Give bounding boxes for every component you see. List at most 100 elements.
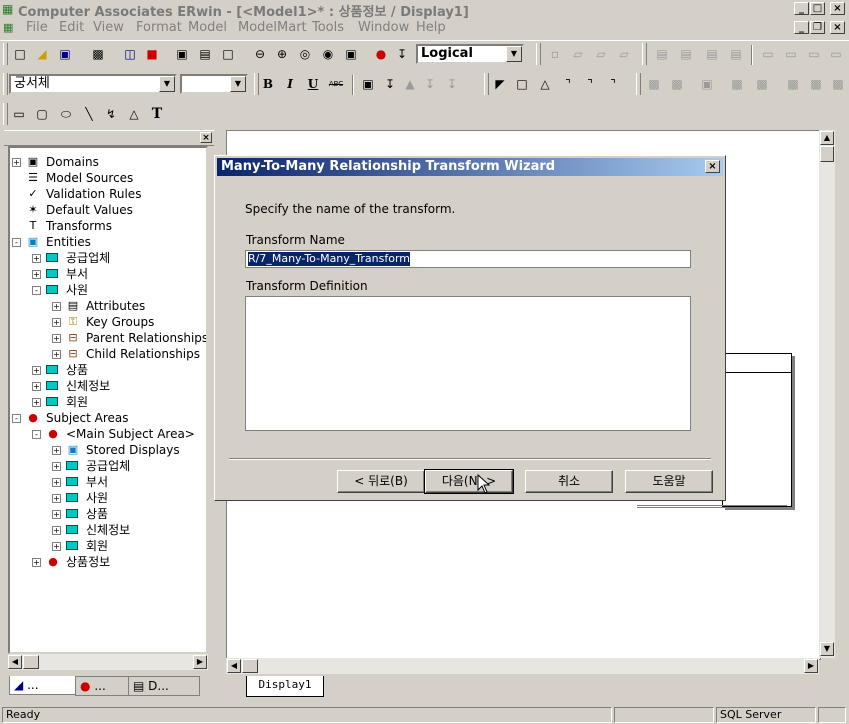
tree-node[interactable]: + 부서 xyxy=(10,266,206,282)
menu-tools[interactable]: Tools xyxy=(312,20,344,35)
select-pointer-icon[interactable]: ◤ xyxy=(490,74,510,94)
transform-name-input[interactable]: R/7_Many-To-Many_Transform xyxy=(245,250,691,268)
fill-color-icon[interactable]: ↧ xyxy=(380,74,400,94)
mm-icon-2[interactable]: ▩ xyxy=(667,74,687,94)
menu-modelmart[interactable]: ModelMart xyxy=(238,20,307,35)
expand-icon[interactable]: + xyxy=(52,510,61,519)
tree-node[interactable]: ✶ Default Values xyxy=(10,202,206,218)
collapse-icon[interactable]: - xyxy=(12,238,21,247)
mm-icon-7[interactable]: ▩ xyxy=(828,74,848,94)
menu-file[interactable]: File xyxy=(26,20,48,35)
zoom-out-icon[interactable]: ⊖ xyxy=(250,44,270,64)
tree-node[interactable]: - ● <Main Subject Area> xyxy=(10,426,206,442)
report-icon[interactable]: ◫ xyxy=(120,44,140,64)
view-level-select[interactable]: Logical ▼ xyxy=(416,44,524,64)
space-even-icon[interactable]: ▭ xyxy=(804,44,824,64)
italic-button[interactable]: I xyxy=(280,74,300,94)
save-icon[interactable]: ▣ xyxy=(55,44,75,64)
collapse-icon[interactable]: - xyxy=(32,286,41,295)
menu-window[interactable]: Window xyxy=(358,20,409,35)
text-tool-icon[interactable]: T xyxy=(147,104,167,124)
strikethrough-button[interactable]: ABC xyxy=(326,74,346,94)
comment-tool-icon[interactable]: □ xyxy=(218,44,238,64)
scroll-thumb[interactable] xyxy=(242,659,258,673)
dialog-close-button[interactable]: × xyxy=(705,160,720,173)
tree-node[interactable]: + 신체정보 xyxy=(10,522,206,538)
pen-icon[interactable]: ↧ xyxy=(442,74,462,94)
tree-node[interactable]: + 상품 xyxy=(10,362,206,378)
rectangle-tool-icon[interactable]: ▭ xyxy=(9,104,29,124)
space-even-2-icon[interactable]: ▭ xyxy=(826,44,846,64)
attribute-tool-icon[interactable]: ▤ xyxy=(195,44,215,64)
expand-icon[interactable]: + xyxy=(32,398,41,407)
scroll-left-icon[interactable]: ◀ xyxy=(8,655,22,669)
expand-icon[interactable]: + xyxy=(12,158,21,167)
palette-icon[interactable]: ■ xyxy=(142,44,162,64)
next-button[interactable]: 다음(N) > xyxy=(424,469,514,494)
tree-node[interactable]: + ▣ Stored Displays xyxy=(10,442,206,458)
scroll-right-icon[interactable]: ▶ xyxy=(193,655,207,669)
tree-node[interactable]: + 부서 xyxy=(10,474,206,490)
help-button[interactable]: 도움말 xyxy=(625,470,713,493)
tree-node[interactable]: + 신체정보 xyxy=(10,378,206,394)
entity-box[interactable] xyxy=(722,353,792,507)
tree-layout-2-icon[interactable]: ▱ xyxy=(614,44,634,64)
tree-node[interactable]: - 사원 xyxy=(10,282,206,298)
expand-icon[interactable]: + xyxy=(52,334,61,343)
expand-icon[interactable]: + xyxy=(32,558,41,567)
category-icon[interactable]: △ xyxy=(535,74,555,94)
underline-button[interactable]: U xyxy=(303,74,323,94)
space-horizontal-icon[interactable]: ▭ xyxy=(758,44,778,64)
expand-icon[interactable]: + xyxy=(52,542,61,551)
new-icon[interactable]: □ xyxy=(10,44,30,64)
paint-icon[interactable]: ▲ xyxy=(400,74,420,94)
lock-icon[interactable]: ▣ xyxy=(697,74,717,94)
expand-icon[interactable]: + xyxy=(32,270,41,279)
close-button[interactable]: × xyxy=(830,2,845,15)
entity-box-icon[interactable]: □ xyxy=(512,74,532,94)
relationship-display-icon[interactable]: ▫ xyxy=(545,44,565,64)
mm-icon-6[interactable]: ▩ xyxy=(806,74,826,94)
line-tool-icon[interactable]: ╲ xyxy=(79,104,99,124)
scroll-thumb[interactable] xyxy=(23,655,39,669)
tree-node[interactable]: + ⚿ Key Groups xyxy=(10,314,206,330)
align-bottom-icon[interactable]: ▤ xyxy=(676,44,696,64)
zoom-in-icon[interactable]: ⊕ xyxy=(272,44,292,64)
menu-edit[interactable]: Edit xyxy=(59,20,84,35)
hierarchy-icon[interactable]: ▱ xyxy=(568,44,588,64)
expand-icon[interactable]: + xyxy=(52,494,61,503)
tree-node[interactable]: + 상품 xyxy=(10,506,206,522)
cancel-button[interactable]: 취소 xyxy=(525,470,613,493)
align-left-icon[interactable]: ▤ xyxy=(702,44,722,64)
menu-view[interactable]: View xyxy=(93,20,124,35)
tree-node[interactable]: + 회원 xyxy=(10,538,206,554)
zoom-fit-icon[interactable]: ◎ xyxy=(295,44,315,64)
scroll-left-icon[interactable]: ◀ xyxy=(227,659,241,673)
rounded-rect-tool-icon[interactable]: ▢ xyxy=(32,104,52,124)
doc-close-button[interactable]: × xyxy=(830,21,845,34)
mm-icon-5[interactable]: ▩ xyxy=(783,74,803,94)
tree-node[interactable]: - ● Subject Areas xyxy=(10,410,206,426)
ellipse-tool-icon[interactable]: ⬭ xyxy=(56,104,76,124)
expand-icon[interactable]: + xyxy=(52,302,61,311)
line-color-icon[interactable]: ↧ xyxy=(420,74,440,94)
tab-subject-areas[interactable]: ● ... xyxy=(75,676,131,696)
tree-node[interactable]: + ⊟ Parent Relationships xyxy=(10,330,206,346)
tree-node[interactable]: + 공급업체 xyxy=(10,458,206,474)
transform-definition-textarea[interactable] xyxy=(245,296,691,431)
mm-icon-3[interactable]: ▩ xyxy=(727,74,747,94)
menu-help[interactable]: Help xyxy=(416,20,446,35)
tree-node[interactable]: + ▣ Domains xyxy=(10,154,206,170)
minimize-button[interactable]: _ xyxy=(794,2,809,15)
tree-node[interactable]: T Transforms xyxy=(10,218,206,234)
mm-icon-4[interactable]: ▩ xyxy=(752,74,772,94)
font-size-select[interactable]: ▼ xyxy=(180,74,248,94)
canvas-hscrollbar[interactable]: ◀ ▶ xyxy=(226,658,819,674)
identifying-rel-icon[interactable]: ⌝ xyxy=(558,74,578,94)
font-color-icon[interactable]: ▣ xyxy=(358,74,378,94)
expand-icon[interactable]: + xyxy=(32,366,41,375)
chevron-down-icon[interactable]: ▼ xyxy=(230,76,246,92)
tree-node[interactable]: + ● 상품정보 xyxy=(10,554,206,570)
expand-icon[interactable]: + xyxy=(52,446,61,455)
maximize-button[interactable]: □ xyxy=(810,2,825,15)
